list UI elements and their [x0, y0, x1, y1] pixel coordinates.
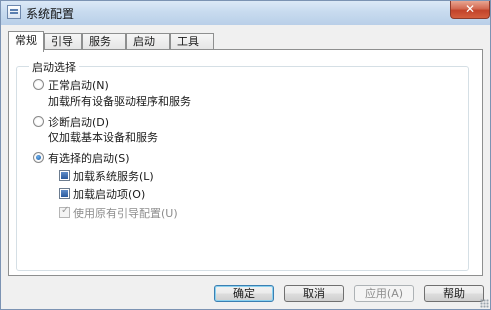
tab-startup[interactable]: 启动 [126, 33, 170, 50]
selective-startup-radio[interactable] [33, 152, 44, 163]
help-button[interactable]: 帮助 [424, 285, 484, 302]
system-configuration-window: 系统配置 ✕ 常规 引导 服务 启动 工具 启动选择 正常启动(N) 加载所有设… [0, 0, 491, 310]
tab-tools[interactable]: 工具 [170, 33, 214, 50]
normal-startup-radio[interactable] [33, 79, 44, 90]
close-button[interactable]: ✕ [450, 1, 490, 19]
tab-general[interactable]: 常规 [8, 31, 44, 52]
window-title: 系统配置 [26, 7, 75, 21]
load-startup-items-label[interactable]: 加载启动项(O) [73, 186, 145, 202]
apply-button: 应用(A) [354, 285, 414, 302]
diagnostic-startup-label[interactable]: 诊断启动(D) [48, 114, 109, 130]
tab-boot[interactable]: 引导 [44, 33, 82, 50]
load-system-services-label[interactable]: 加载系统服务(L) [73, 168, 154, 184]
diagnostic-startup-radio[interactable] [33, 116, 44, 127]
msconfig-app-icon [7, 5, 21, 19]
selective-startup-label[interactable]: 有选择的启动(S) [48, 150, 130, 166]
normal-startup-description: 加载所有设备驱动程序和服务 [48, 95, 191, 108]
close-icon: ✕ [464, 2, 476, 16]
normal-startup-label[interactable]: 正常启动(N) [48, 77, 109, 93]
use-original-boot-config-label: 使用原有引导配置(U) [73, 207, 178, 220]
startup-selection-legend: 启动选择 [29, 59, 79, 75]
ok-button[interactable]: 确定 [214, 285, 274, 302]
diagnostic-startup-description: 仅加载基本设备和服务 [48, 131, 158, 144]
resize-grip-icon[interactable] [480, 299, 489, 308]
load-startup-items-checkbox[interactable] [59, 188, 70, 199]
title-bar[interactable]: 系统配置 ✕ [1, 1, 490, 25]
use-original-boot-config-checkbox [59, 205, 70, 218]
cancel-button[interactable]: 取消 [284, 285, 344, 302]
load-system-services-checkbox[interactable] [59, 170, 70, 181]
tab-services[interactable]: 服务 [82, 33, 126, 50]
